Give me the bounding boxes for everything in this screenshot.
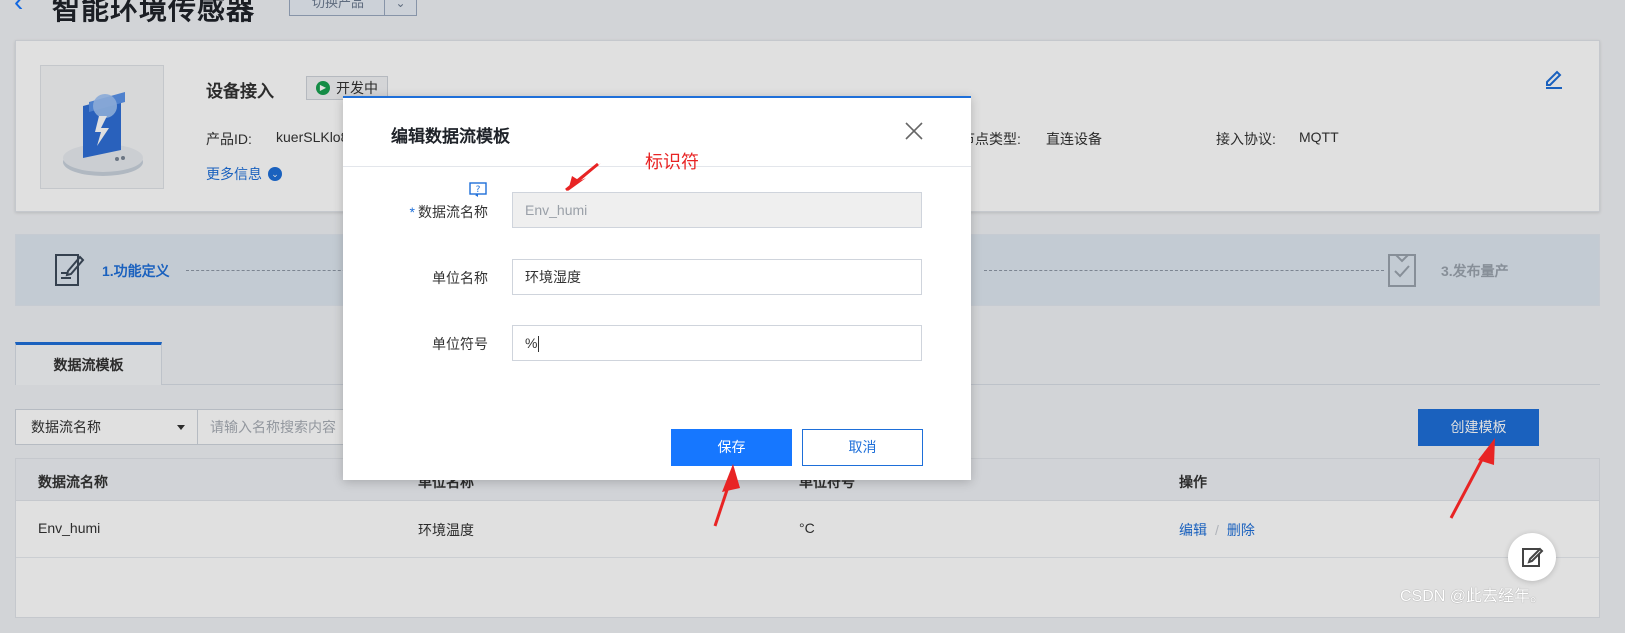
arrow-to-identifier-shaft [565,162,599,192]
arrow-to-create-shaft [1449,451,1488,519]
annotation-arrows [565,162,1495,527]
edit-note-icon [1522,547,1544,567]
watermark: CSDN @此去经年。 [1400,588,1547,605]
arrow-to-save-icon [722,464,740,492]
feedback-float-button[interactable] [1508,533,1556,581]
